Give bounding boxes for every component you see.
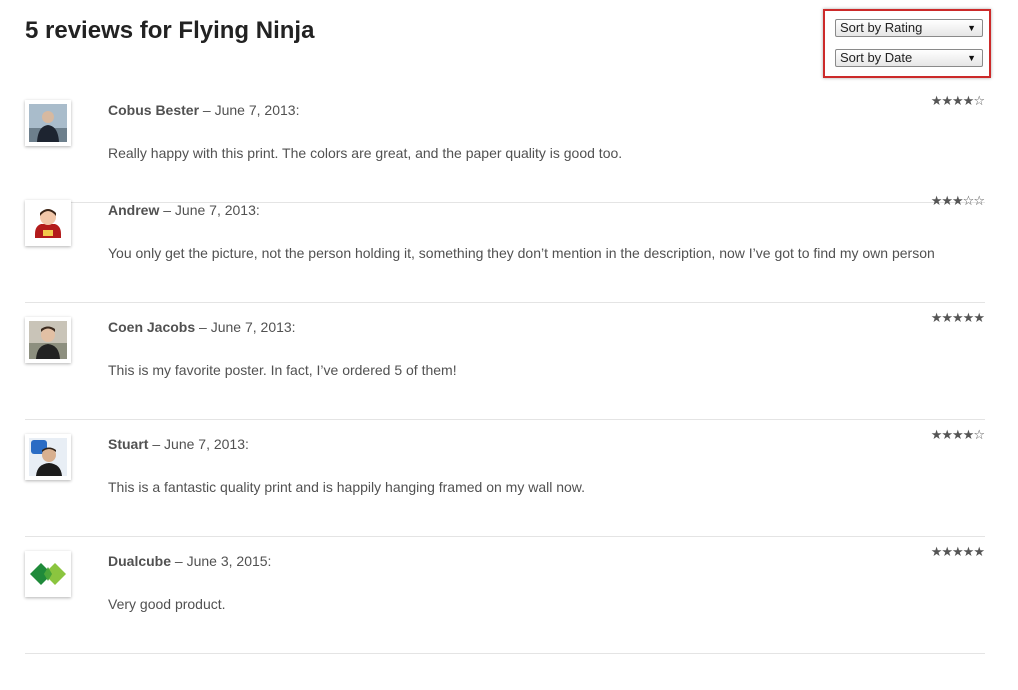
meta-separator: – bbox=[148, 436, 165, 452]
review-date: June 7, 2013: bbox=[174, 202, 260, 218]
review-date: June 7, 2013: bbox=[210, 319, 296, 335]
review-author[interactable]: Stuart bbox=[108, 436, 148, 452]
star-rating: ★★★★★ bbox=[930, 311, 985, 326]
avatar bbox=[25, 100, 71, 146]
sort-by-rating-label: Sort by Rating bbox=[840, 20, 923, 35]
review-text: Very good product. bbox=[108, 596, 226, 612]
andrew-avatar-icon bbox=[29, 204, 67, 242]
star-rating: ★★★☆☆ bbox=[930, 194, 985, 209]
review-author[interactable]: Coen Jacobs bbox=[108, 319, 195, 335]
avatar bbox=[25, 551, 71, 597]
cobus-avatar-icon bbox=[29, 104, 67, 142]
review-meta: Cobus Bester – June 7, 2013: bbox=[108, 101, 299, 119]
dualcube-logo-icon bbox=[29, 555, 67, 593]
review-author[interactable]: Dualcube bbox=[108, 553, 171, 569]
sort-by-date-label: Sort by Date bbox=[840, 50, 913, 65]
star-rating: ★★★★☆ bbox=[930, 428, 985, 443]
review-text: This is my favorite poster. In fact, I’v… bbox=[108, 362, 457, 378]
dropdown-arrow-icon: ▼ bbox=[967, 53, 976, 63]
review-item: Dualcube – June 3, 2015: Very good produ… bbox=[25, 537, 985, 654]
meta-separator: – bbox=[195, 319, 211, 335]
review-meta: Dualcube – June 3, 2015: bbox=[108, 552, 271, 570]
sort-by-date-select[interactable]: Sort by Date ▼ bbox=[835, 49, 983, 67]
star-rating: ★★★★☆ bbox=[930, 94, 985, 109]
review-author[interactable]: Cobus Bester bbox=[108, 102, 199, 118]
sort-by-rating-select[interactable]: Sort by Rating ▼ bbox=[835, 19, 983, 37]
avatar bbox=[25, 317, 71, 363]
review-date: June 7, 2013: bbox=[214, 102, 300, 118]
review-meta: Andrew – June 7, 2013: bbox=[108, 201, 260, 219]
review-item: Coen Jacobs – June 7, 2013: This is my f… bbox=[25, 303, 985, 420]
meta-separator: – bbox=[199, 102, 215, 118]
avatar bbox=[25, 200, 71, 246]
star-rating: ★★★★★ bbox=[930, 545, 985, 560]
reviews-title: 5 reviews for Flying Ninja bbox=[25, 17, 315, 44]
coen-avatar-icon bbox=[29, 321, 67, 359]
sort-controls: Sort by Rating ▼ Sort by Date ▼ bbox=[823, 9, 991, 78]
meta-separator: – bbox=[171, 553, 187, 569]
stuart-avatar-icon bbox=[29, 438, 67, 476]
review-text: This is a fantastic quality print and is… bbox=[108, 479, 586, 495]
meta-separator: – bbox=[159, 202, 175, 218]
review-item: Andrew – June 7, 2013: You only get the … bbox=[25, 186, 985, 303]
review-meta: Stuart – June 7, 2013: bbox=[108, 435, 249, 453]
dropdown-arrow-icon: ▼ bbox=[967, 23, 976, 33]
review-text: Really happy with this print. The colors… bbox=[108, 145, 623, 161]
review-date: June 7, 2013: bbox=[164, 436, 249, 452]
avatar bbox=[25, 434, 71, 480]
review-date: June 3, 2015: bbox=[186, 553, 272, 569]
review-text: You only get the picture, not the person… bbox=[108, 245, 935, 261]
review-author[interactable]: Andrew bbox=[108, 202, 159, 218]
review-item: Stuart – June 7, 2013: This is a fantast… bbox=[25, 420, 985, 537]
review-meta: Coen Jacobs – June 7, 2013: bbox=[108, 318, 296, 336]
